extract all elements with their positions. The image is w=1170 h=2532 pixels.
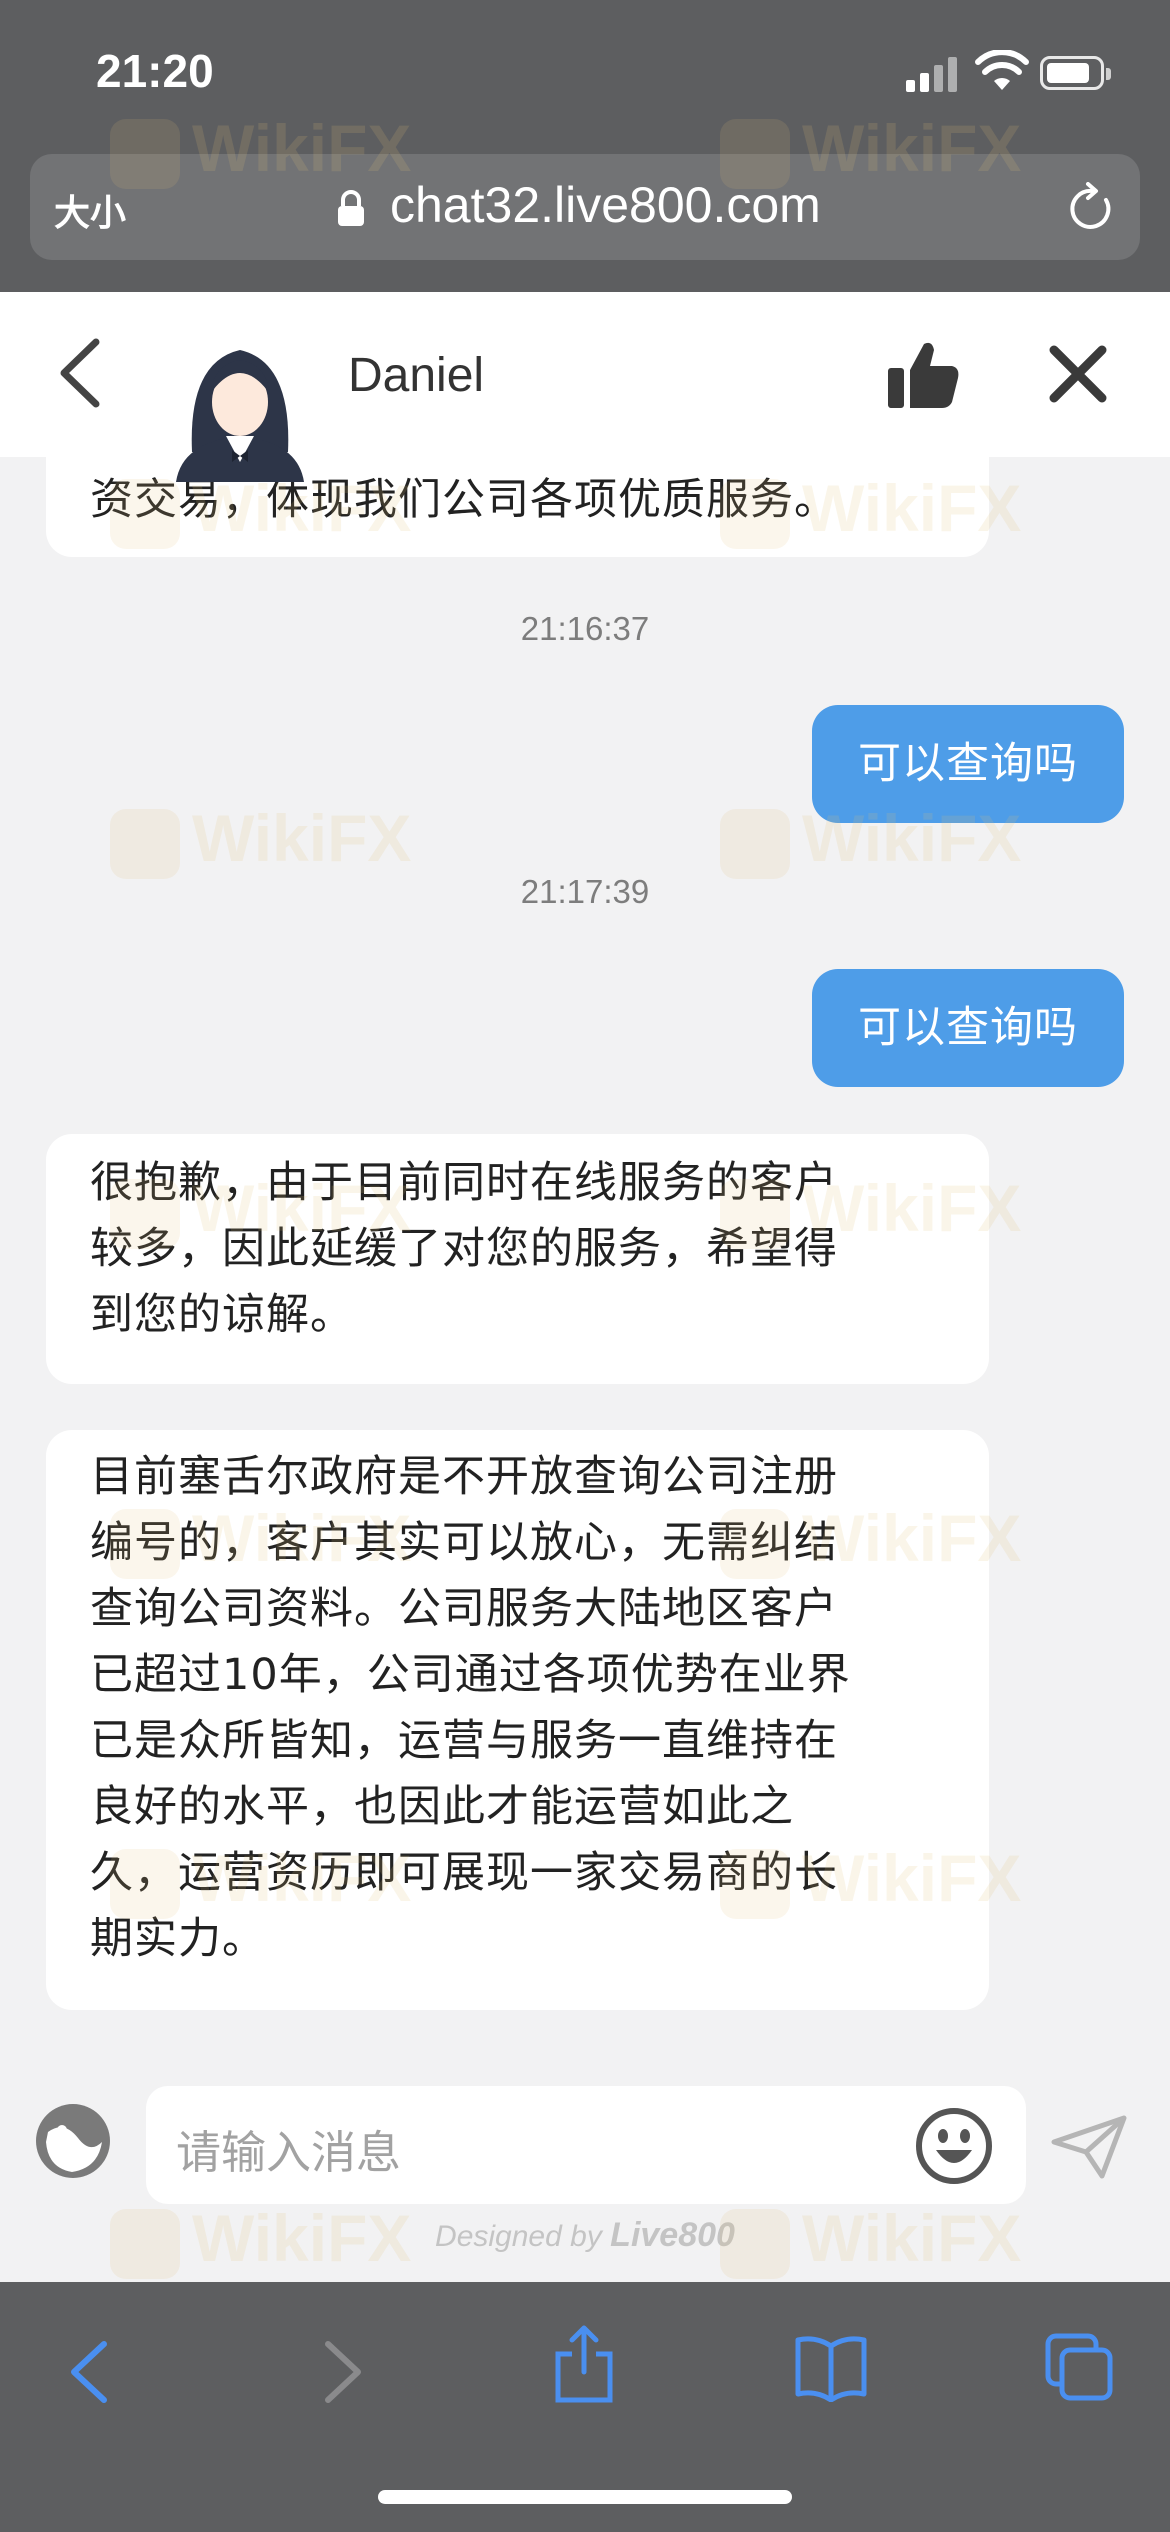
designed-by-footer: Designed by Live800 [435, 2216, 735, 2254]
agent-message: 目前塞舌尔政府是不开放查询公司注册 编号的，客户其实可以放心，无需纠结 查询公司… [46, 1430, 989, 2010]
browser-back-icon[interactable] [64, 2340, 114, 2404]
cellular-signal-icon [906, 56, 958, 92]
back-arrow-icon[interactable] [58, 338, 102, 408]
close-icon[interactable] [1048, 344, 1108, 404]
thumbs-up-icon[interactable] [886, 338, 960, 410]
emoticon-toggle-icon[interactable] [34, 2102, 112, 2180]
wifi-icon [975, 50, 1029, 90]
message-timestamp: 21:16:37 [520, 610, 650, 647]
url-text[interactable]: chat32.live800.com [390, 176, 821, 234]
message-input-area: 请输入消息 Designed by Live800 [0, 2024, 1170, 2282]
status-bar: 21:20 [0, 0, 1170, 140]
send-icon[interactable] [1050, 2114, 1128, 2180]
emoji-icon[interactable] [914, 2106, 994, 2186]
message-input-placeholder: 请输入消息 [176, 2126, 402, 2179]
text-size-button[interactable]: 大小 [54, 184, 126, 236]
chat-header: Daniel [0, 292, 1170, 482]
address-bar[interactable]: 大小 chat32.live800.com [30, 154, 1140, 260]
agent-message: 很抱歉，由于目前同时在线服务的客户 较多，因此延缓了对您的服务，希望得 到您的谅… [46, 1134, 989, 1384]
browser-forward-icon[interactable] [318, 2340, 368, 2404]
user-message: 可以查询吗 [812, 969, 1124, 1087]
message-timestamp: 21:17:39 [520, 873, 650, 910]
chat-message-list[interactable]: 资交易，体现我们公司各项优质服务。 21:16:37 可以查询吗 21:17:3… [0, 457, 1170, 2024]
battery-icon [1040, 56, 1111, 90]
share-icon[interactable] [552, 2324, 616, 2404]
agent-name: Daniel [348, 349, 485, 402]
live800-brand: Live800 [610, 2216, 735, 2254]
bookmarks-icon[interactable] [794, 2334, 868, 2402]
status-time: 21:20 [96, 45, 214, 97]
tabs-icon[interactable] [1044, 2332, 1114, 2402]
user-message: 可以查询吗 [812, 705, 1124, 823]
home-indicator [378, 2490, 792, 2504]
lock-icon [338, 190, 364, 226]
message-input[interactable]: 请输入消息 [146, 2086, 1026, 2204]
browser-address-area: 大小 chat32.live800.com [0, 140, 1170, 292]
reload-icon[interactable] [1066, 182, 1116, 234]
agent-avatar [176, 350, 304, 482]
browser-toolbar [0, 2282, 1170, 2532]
